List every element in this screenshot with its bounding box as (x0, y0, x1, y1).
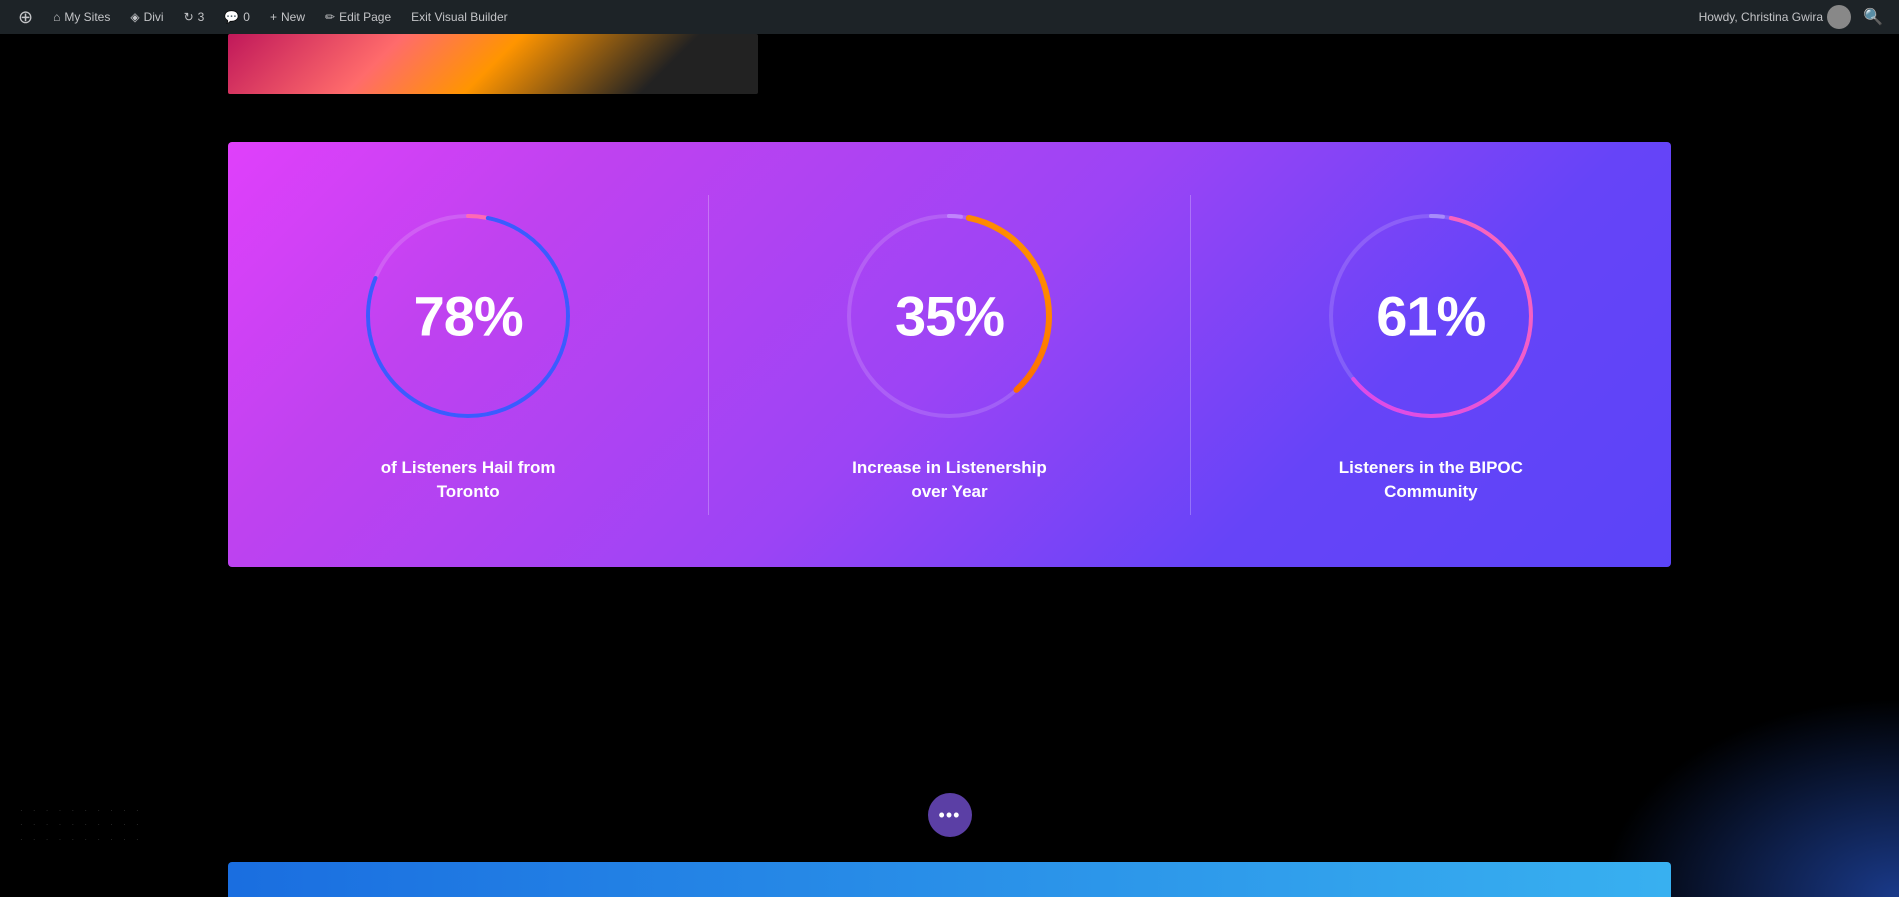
new-label: New (281, 10, 305, 24)
dots-decoration: · · · · · · · · · · · · · · · · · · · · … (20, 804, 143, 847)
updates-count: 3 (198, 10, 205, 24)
pencil-icon: ✏ (325, 10, 335, 24)
stat-value-35: 35% (895, 283, 1004, 348)
dots-icon: ••• (939, 806, 961, 824)
stats-grid: 78% of Listeners Hail from Toronto (228, 142, 1671, 567)
exit-visual-builder-button[interactable]: Exit Visual Builder (401, 0, 518, 34)
stat-label-bipoc: Listeners in the BIPOC Community (1321, 456, 1541, 504)
admin-bar: ⊕ ⌂ My Sites ◈ Divi ↻ 3 💬 0 + New ✏ Edit… (0, 0, 1899, 34)
stat-item-toronto: 78% of Listeners Hail from Toronto (228, 166, 708, 544)
bottom-section-preview (228, 862, 1671, 897)
updates-button[interactable]: ↻ 3 (174, 0, 215, 34)
hero-image (228, 34, 758, 94)
exit-builder-label: Exit Visual Builder (411, 10, 508, 24)
stat-item-bipoc: 61% Listeners in the BIPOC Community (1191, 166, 1671, 544)
comments-count: 0 (243, 10, 250, 24)
stat-label-listenership: Increase in Listenership over Year (839, 456, 1059, 504)
divi-button[interactable]: ◈ Divi (120, 0, 173, 34)
wordpress-icon: ⊕ (18, 7, 33, 28)
dots-menu-button[interactable]: ••• (928, 793, 972, 837)
my-sites-button[interactable]: ⌂ My Sites (43, 0, 120, 34)
edit-page-button[interactable]: ✏ Edit Page (315, 0, 401, 34)
circle-78: 78% (358, 206, 578, 426)
comments-button[interactable]: 💬 0 (214, 0, 260, 34)
page-content: 78% of Listeners Hail from Toronto (0, 34, 1899, 897)
circle-35: 35% (839, 206, 1059, 426)
search-icon[interactable]: 🔍 (1855, 7, 1891, 27)
divi-icon: ◈ (130, 10, 139, 24)
top-image-area (0, 34, 1899, 144)
my-sites-icon: ⌂ (53, 10, 60, 24)
new-button[interactable]: + New (260, 0, 315, 34)
divi-label: Divi (144, 10, 164, 24)
plus-icon: + (270, 10, 277, 24)
stat-label-toronto: of Listeners Hail from Toronto (358, 456, 578, 504)
avatar (1827, 5, 1851, 29)
stat-value-78: 78% (414, 283, 523, 348)
comments-icon: 💬 (224, 10, 239, 24)
my-sites-label: My Sites (64, 10, 110, 24)
updates-icon: ↻ (184, 10, 194, 24)
user-greeting: Howdy, Christina Gwira (1699, 10, 1823, 24)
stat-item-listenership: 35% Increase in Listenership over Year (709, 166, 1189, 544)
bottom-area: · · · · · · · · · · · · · · · · · · · · … (0, 677, 1899, 897)
wordpress-logo-button[interactable]: ⊕ (8, 0, 43, 34)
edit-page-label: Edit Page (339, 10, 391, 24)
stats-section: 78% of Listeners Hail from Toronto (228, 142, 1671, 567)
stat-value-61: 61% (1376, 283, 1485, 348)
circle-61: 61% (1321, 206, 1541, 426)
admin-bar-right: Howdy, Christina Gwira 🔍 (1699, 5, 1891, 29)
